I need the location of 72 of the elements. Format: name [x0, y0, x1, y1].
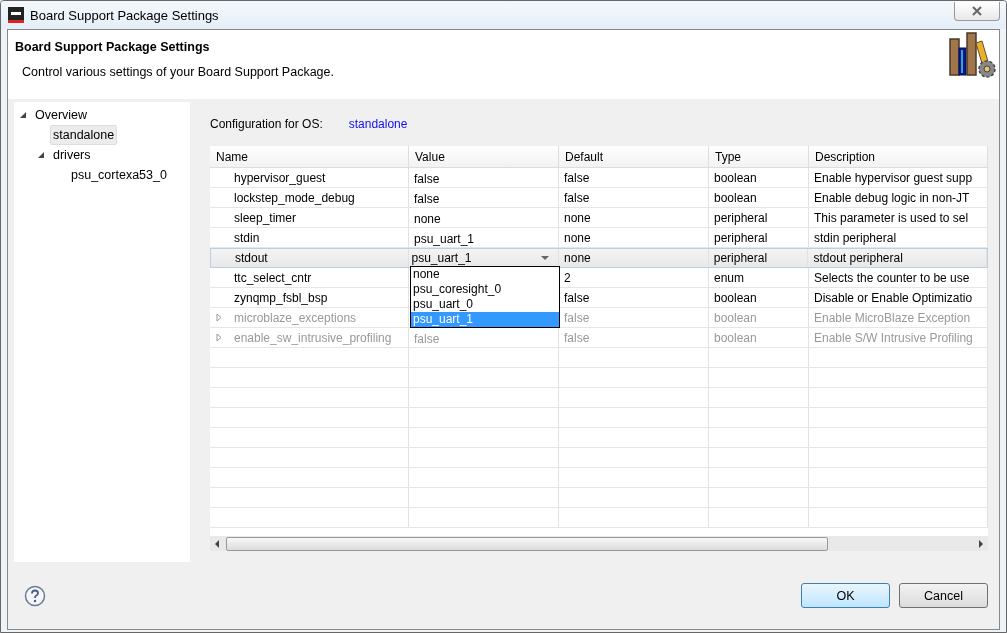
table-cell: This parameter is used to sel [814, 210, 969, 225]
table-cell: hypervisor_guest [234, 170, 326, 185]
window-title: Board Support Package Settings [30, 7, 219, 23]
table-cell: stdin [234, 230, 260, 245]
table-cell: none [564, 230, 591, 245]
table-cell: enum [714, 270, 745, 285]
caret-icon [541, 255, 550, 261]
books-gear-icon [949, 31, 997, 79]
value-dropdown[interactable]: psu_uart_1 [411, 251, 550, 265]
table-cell: false [564, 330, 590, 345]
dialog-title: Board Support Package Settings [15, 40, 211, 54]
tree-item[interactable]: drivers [50, 145, 94, 165]
table-cell: sleep_timer [234, 210, 297, 225]
table-cell: enable_sw_intrusive_profiling [234, 330, 392, 345]
close-button[interactable] [954, 1, 1000, 21]
column-header[interactable]: Type [709, 146, 809, 167]
cancel-button[interactable]: Cancel [899, 583, 988, 608]
column-header[interactable]: Name [210, 146, 409, 167]
table-cell: boolean [714, 290, 757, 305]
table-cell-text: psu_uart_1 [414, 231, 475, 246]
table-cell: Enable hypervisor guest supp [814, 170, 973, 185]
table-cell: Selects the counter to be use [814, 270, 970, 285]
column-header[interactable]: Default [559, 146, 709, 167]
table-cell: boolean [714, 190, 757, 205]
table-cell: false [564, 310, 590, 325]
table-cell: peripheral [713, 251, 768, 265]
table-cell: none [564, 251, 591, 265]
table-cell: zynqmp_fsbl_bsp [234, 290, 328, 305]
table-cell: Disable or Enable Optimizatio [814, 290, 973, 305]
tree-item[interactable]: psu_cortexa53_0 [68, 165, 170, 185]
ok-button[interactable]: OK [801, 583, 890, 608]
dialog-subtitle: Control various settings of your Board Support Package. [21, 65, 334, 79]
tree-item[interactable]: standalone [50, 125, 118, 145]
table-cell: boolean [714, 310, 757, 325]
table-cell: false [564, 290, 590, 305]
close-icon [971, 5, 983, 16]
scroll-right-icon[interactable] [978, 539, 984, 548]
table-cell: stdout [235, 251, 268, 265]
app-logo-icon [8, 7, 24, 23]
table-cell: ttc_select_cntr [234, 270, 312, 285]
column-header[interactable]: Description [809, 146, 988, 167]
scroll-left-icon[interactable] [214, 539, 220, 548]
table-cell: 2 [564, 270, 571, 285]
table-row[interactable]: sleep_timer none none peripheral This parameter is used to sel [210, 208, 988, 228]
table-cell: none [564, 210, 591, 225]
table-row[interactable]: lockstep_mode_debug false false boolean Enable debug logic in non-JT [210, 188, 988, 208]
horizontal-scrollbar[interactable] [210, 536, 988, 551]
table-row[interactable]: hypervisor_guest false false boolean Enable hypervisor guest supp [210, 168, 988, 188]
help-icon[interactable] [24, 584, 46, 607]
table-cell: peripheral [714, 230, 768, 245]
table-cell-text: false [414, 191, 440, 206]
table-row[interactable]: stdout psu_uart_1 none peripheral stdout peripheral [210, 248, 988, 268]
table-cell: stdout peripheral [813, 251, 903, 265]
table-cell: false [564, 170, 590, 185]
table-cell-text: false [414, 171, 440, 186]
table-cell-text: none [414, 211, 441, 226]
table-cell: Enable S/W Intrusive Profiling [814, 330, 973, 345]
table-cell: Enable MicroBlaze Exception [814, 310, 971, 325]
tree-item[interactable]: Overview [32, 105, 91, 125]
os-name: standalone [348, 117, 408, 131]
dropdown-option[interactable]: none [411, 267, 559, 282]
table-cell: peripheral [714, 210, 768, 225]
table-cell: boolean [714, 330, 757, 345]
table-cell: microblaze_exceptions [234, 310, 357, 325]
column-header[interactable]: Value [409, 146, 559, 167]
table-cell: boolean [714, 170, 757, 185]
table-cell: false [564, 190, 590, 205]
config-label: Configuration for OS: [210, 117, 323, 131]
table-cell: Enable debug logic in non-JT [814, 190, 970, 205]
table-cell: stdin peripheral [814, 230, 897, 245]
table-cell: lockstep_mode_debug [234, 190, 355, 205]
table-cell-text: false [414, 331, 440, 346]
